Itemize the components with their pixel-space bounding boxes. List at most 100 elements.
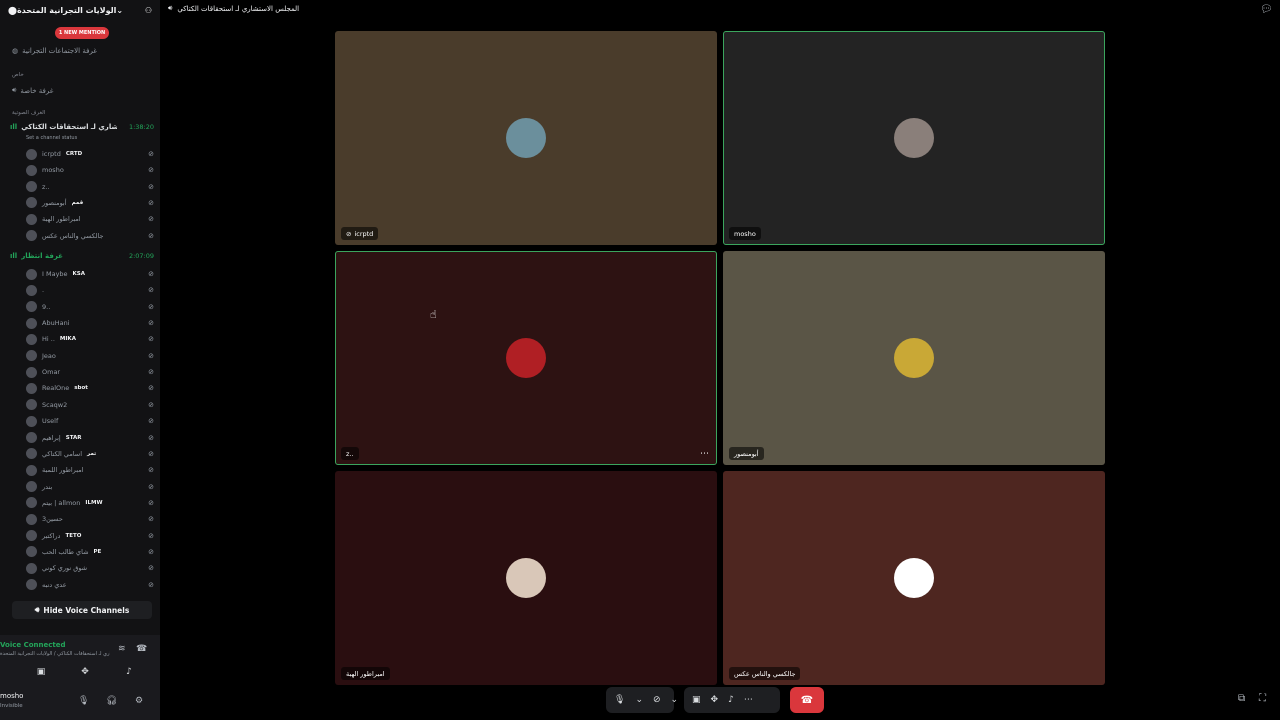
mic-off-icon: ⊘ [148, 498, 154, 507]
channel-label: غرفة الاجتماعات التجرانية [22, 47, 97, 55]
microphone-icon[interactable]: 🎙︎ [78, 696, 89, 706]
voice-member[interactable]: عدي دنبه ⊘ [26, 578, 154, 592]
voice-member[interactable]: جالكسي والناس عكس ⊘ [26, 229, 154, 243]
voice-member[interactable]: 9.. ⊘ [26, 300, 154, 314]
video-tile[interactable]: ⊘ icrptd [335, 31, 717, 245]
voice-member[interactable]: بندر ⊘ [26, 480, 154, 494]
category-voice[interactable]: الغرف الصوتية [12, 110, 45, 116]
avatar [26, 448, 37, 460]
voice-member-name: I Maybe [42, 270, 68, 278]
avatar [26, 415, 37, 427]
chevron-down-icon[interactable]: ⌄ [671, 695, 679, 705]
voice-member[interactable]: أبومنصور قمم ⊘ [26, 196, 154, 210]
avatar [26, 497, 37, 509]
voice-member[interactable]: حسين3 ⊘ [26, 512, 154, 526]
new-mention-badge[interactable]: 1 NEW MENTION [55, 27, 109, 39]
channel-sidebar: ⬤ الولايات التجرانية المتحدة ⌄ ⚇ 1 NEW M… [0, 0, 160, 720]
chat-icon[interactable]: 💬︎ [1260, 4, 1273, 15]
voice-member[interactable]: icrptd CRTD ⊘ [26, 147, 154, 161]
share-screen-button[interactable]: ▣ [23, 665, 59, 679]
voice-member[interactable]: I Maybe KSA ⊘ [26, 267, 154, 281]
soundboard-button[interactable]: ♪ [111, 665, 147, 679]
leave-call-button[interactable]: ☎ [790, 687, 824, 713]
avatar [26, 317, 37, 329]
video-tile[interactable]: mosho [723, 31, 1105, 245]
voice-member[interactable]: Hi .. MIKA ⊘ [26, 332, 154, 346]
avatar [26, 530, 37, 542]
avatar [26, 579, 37, 591]
channel-private-room[interactable]: 🔊︎ غرفة خاصة [12, 86, 53, 95]
voice-member[interactable]: z.. ⊘ [26, 180, 154, 194]
category-private[interactable]: خاص [12, 72, 24, 78]
voice-member[interactable]: mosho ⊘ [26, 163, 154, 177]
noise-suppression-icon[interactable]: ≋ [118, 644, 126, 654]
video-tile[interactable]: جالكسي والناس عكس [723, 471, 1105, 685]
activities-icon: ✥ [81, 667, 89, 677]
voice-member[interactable]: Uself ⊘ [26, 414, 154, 428]
more-options-icon[interactable]: ⋯ [700, 449, 709, 459]
voice-channel-2-label: غرفة انتظار [21, 252, 63, 260]
voice-member[interactable]: إبراهيم STAR ⊘ [26, 431, 154, 445]
voice-channel-2[interactable]: ıll غرفة انتظار 2:07:09 [10, 252, 154, 260]
user-name[interactable]: mosho [0, 692, 23, 700]
voice-member[interactable]: Scaqw2 ⊘ [26, 398, 154, 412]
video-tile[interactable]: أبومنصور [723, 251, 1105, 465]
video-tile-name-tag: جالكسي والناس عكس [729, 667, 801, 680]
server-header[interactable]: ⬤ الولايات التجرانية المتحدة ⌄ ⚇ [0, 0, 160, 20]
video-tile[interactable]: امبراطور الهبة [335, 471, 717, 685]
mic-off-icon: ⊘ [148, 182, 154, 191]
video-tile-name-tag: ⊘ icrptd [341, 227, 379, 240]
fullscreen-icon[interactable]: ⛶ [1259, 693, 1266, 704]
voice-member-name: . [42, 286, 45, 295]
channel-meeting-room[interactable]: ◍ غرفة الاجتماعات التجرانية [12, 47, 97, 55]
mic-off-icon: ⊘ [148, 166, 154, 175]
voice-member-info: Jeao [26, 350, 56, 362]
activities-button[interactable]: ✥ [67, 665, 103, 679]
voice-member[interactable]: Jeao ⊘ [26, 349, 154, 363]
add-member-icon[interactable]: ⚇ [145, 6, 152, 15]
voice-member[interactable]: . ⊘ [26, 283, 154, 297]
voice-connected-path[interactable]: المجلس الاستشاري لـ استحقاقات الكتاكي / … [0, 651, 110, 657]
microphone-icon[interactable]: 🎙︎ [614, 695, 625, 705]
voice-connected-status[interactable]: Voice Connected [0, 641, 66, 649]
voice-member[interactable]: اسامي الكتاكي تمر ⊘ [26, 447, 154, 461]
voice-member[interactable]: بيتم | allmon ILMW ⊘ [26, 496, 154, 510]
voice-member-info: . [26, 284, 45, 296]
headphones-icon[interactable]: 🎧︎ [106, 696, 117, 706]
activities-icon[interactable]: ✥ [711, 695, 719, 705]
voice-member[interactable]: شاي طالب الحب PE ⊘ [26, 545, 154, 559]
camera-off-icon[interactable]: ⊘ [653, 695, 661, 705]
video-tile[interactable]: z.. ⋯ [335, 251, 717, 465]
gear-icon[interactable]: ⚙ [135, 696, 143, 706]
globe-icon: ◍ [12, 47, 19, 55]
voice-member[interactable]: شوق نوري كوني ⊘ [26, 561, 154, 575]
mic-off-icon: ⊘ [148, 335, 154, 344]
voice-member[interactable]: امبراطور الهبة ⊘ [26, 212, 154, 226]
mic-off-icon: ⊘ [148, 417, 154, 426]
mic-off-icon: ⊘ [148, 433, 154, 442]
user-status: Invisible [0, 703, 23, 709]
voice-member-info: Uself [26, 415, 58, 427]
voice-member[interactable]: RealOne sbot ⊘ [26, 381, 154, 395]
voice-member-name: Jeao [42, 351, 56, 360]
voice-member-name: Scaqw2 [42, 400, 68, 409]
screen-share-icon[interactable]: ▣ [692, 695, 701, 705]
avatar [26, 366, 37, 378]
voice-channel-2-timer: 2:07:09 [128, 252, 154, 260]
popout-icon[interactable]: ⧉ [1238, 693, 1245, 704]
voice-member[interactable]: امبراطور اللمبة ⊘ [26, 463, 154, 477]
channel-status-hint[interactable]: Set a channel status [26, 135, 77, 141]
voice-channel-1[interactable]: ıllالمجلس الاستشاري لـ استحقاقات الكتاكي… [10, 123, 154, 131]
disconnect-icon[interactable]: ☎ [136, 644, 147, 654]
voice-member[interactable]: AbuHani ⊘ [26, 316, 154, 330]
voice-member-info: إبراهيم STAR [26, 432, 82, 443]
voice-member[interactable]: دراكتبر TETO ⊘ [26, 529, 154, 543]
soundboard-icon[interactable]: ♪ [728, 695, 734, 705]
hide-voice-channels-button[interactable]: 🔊︎ Hide Voice Channels [12, 601, 152, 619]
voice-member-info: RealOne sbot [26, 382, 88, 394]
avatar [506, 118, 546, 158]
avatar [506, 338, 546, 378]
chevron-down-icon[interactable]: ⌄ [635, 695, 643, 705]
more-icon[interactable]: ⋯ [744, 695, 753, 705]
voice-member[interactable]: Omar ⊘ [26, 365, 154, 379]
